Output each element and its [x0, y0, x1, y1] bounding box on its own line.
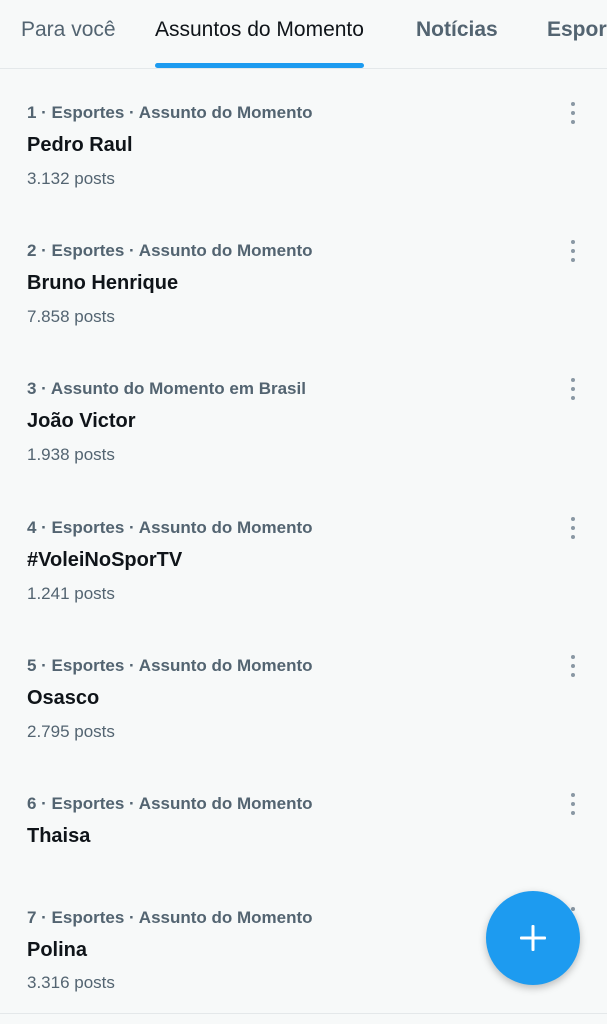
trend-name: Polina	[27, 939, 88, 961]
trend-context: 6 · Esportes · Assunto do Momento	[27, 794, 313, 813]
explore-page: Para você Assuntos do Momento Notícias E…	[0, 0, 607, 1024]
tab-news-label: Notícias	[416, 18, 498, 41]
more-vertical-icon[interactable]	[561, 102, 585, 128]
tab-for-you[interactable]: Para você	[21, 0, 116, 68]
trend-context: 7 · Esportes · Assunto do Momento	[27, 908, 313, 927]
trend-item[interactable]: 2 · Esportes · Assunto do Momento Bruno …	[0, 216, 607, 354]
tab-news[interactable]: Notícias	[416, 0, 498, 68]
trend-context: 2 · Esportes · Assunto do Momento	[27, 241, 313, 260]
trend-name: Pedro Raul	[27, 134, 133, 156]
trend-post-count: 3.132 posts	[27, 169, 115, 188]
trend-post-count: 2.795 posts	[27, 722, 115, 741]
more-vertical-icon[interactable]	[561, 517, 585, 543]
trend-context: 5 · Esportes · Assunto do Momento	[27, 656, 313, 675]
more-vertical-icon[interactable]	[561, 793, 585, 819]
trend-item[interactable]: 6 · Esportes · Assunto do Momento Thaisa	[0, 769, 607, 891]
trend-item[interactable]: 4 · Esportes · Assunto do Momento #Volei…	[0, 493, 607, 631]
trend-item[interactable]: 1 · Esportes · Assunto do Momento Pedro …	[0, 78, 607, 216]
tab-sports-label: Esportes	[547, 18, 607, 41]
trend-context: 1 · Esportes · Assunto do Momento	[27, 103, 313, 122]
compose-button[interactable]	[486, 891, 580, 985]
more-vertical-icon[interactable]	[561, 378, 585, 404]
trend-post-count: 7.858 posts	[27, 307, 115, 326]
more-vertical-icon[interactable]	[561, 655, 585, 681]
active-tab-indicator	[155, 63, 364, 68]
trend-name: Thaisa	[27, 825, 91, 847]
more-vertical-icon[interactable]	[561, 240, 585, 266]
trend-name: Osasco	[27, 687, 100, 709]
trend-post-count: 1.938 posts	[27, 445, 115, 464]
trend-context: 4 · Esportes · Assunto do Momento	[27, 518, 313, 537]
trend-item[interactable]: 3 · Assunto do Momento em Brasil João Vi…	[0, 354, 607, 492]
trend-name: #VoleiNoSporTV	[27, 549, 183, 571]
plus-icon	[520, 925, 546, 951]
divider	[0, 1013, 607, 1014]
tab-sports[interactable]: Esportes	[547, 0, 607, 68]
trend-name: Bruno Henrique	[27, 272, 179, 294]
tab-trending[interactable]: Assuntos do Momento	[155, 0, 364, 68]
tab-trending-label: Assuntos do Momento	[155, 18, 364, 41]
trend-post-count: 3.316 posts	[27, 973, 115, 992]
trend-name: João Victor	[27, 410, 136, 432]
trend-context: 3 · Assunto do Momento em Brasil	[27, 379, 306, 398]
tab-for-you-label: Para você	[21, 18, 116, 41]
tab-bar: Para você Assuntos do Momento Notícias E…	[0, 0, 607, 69]
trend-post-count: 1.241 posts	[27, 584, 115, 603]
trend-item[interactable]: 5 · Esportes · Assunto do Momento Osasco…	[0, 631, 607, 769]
